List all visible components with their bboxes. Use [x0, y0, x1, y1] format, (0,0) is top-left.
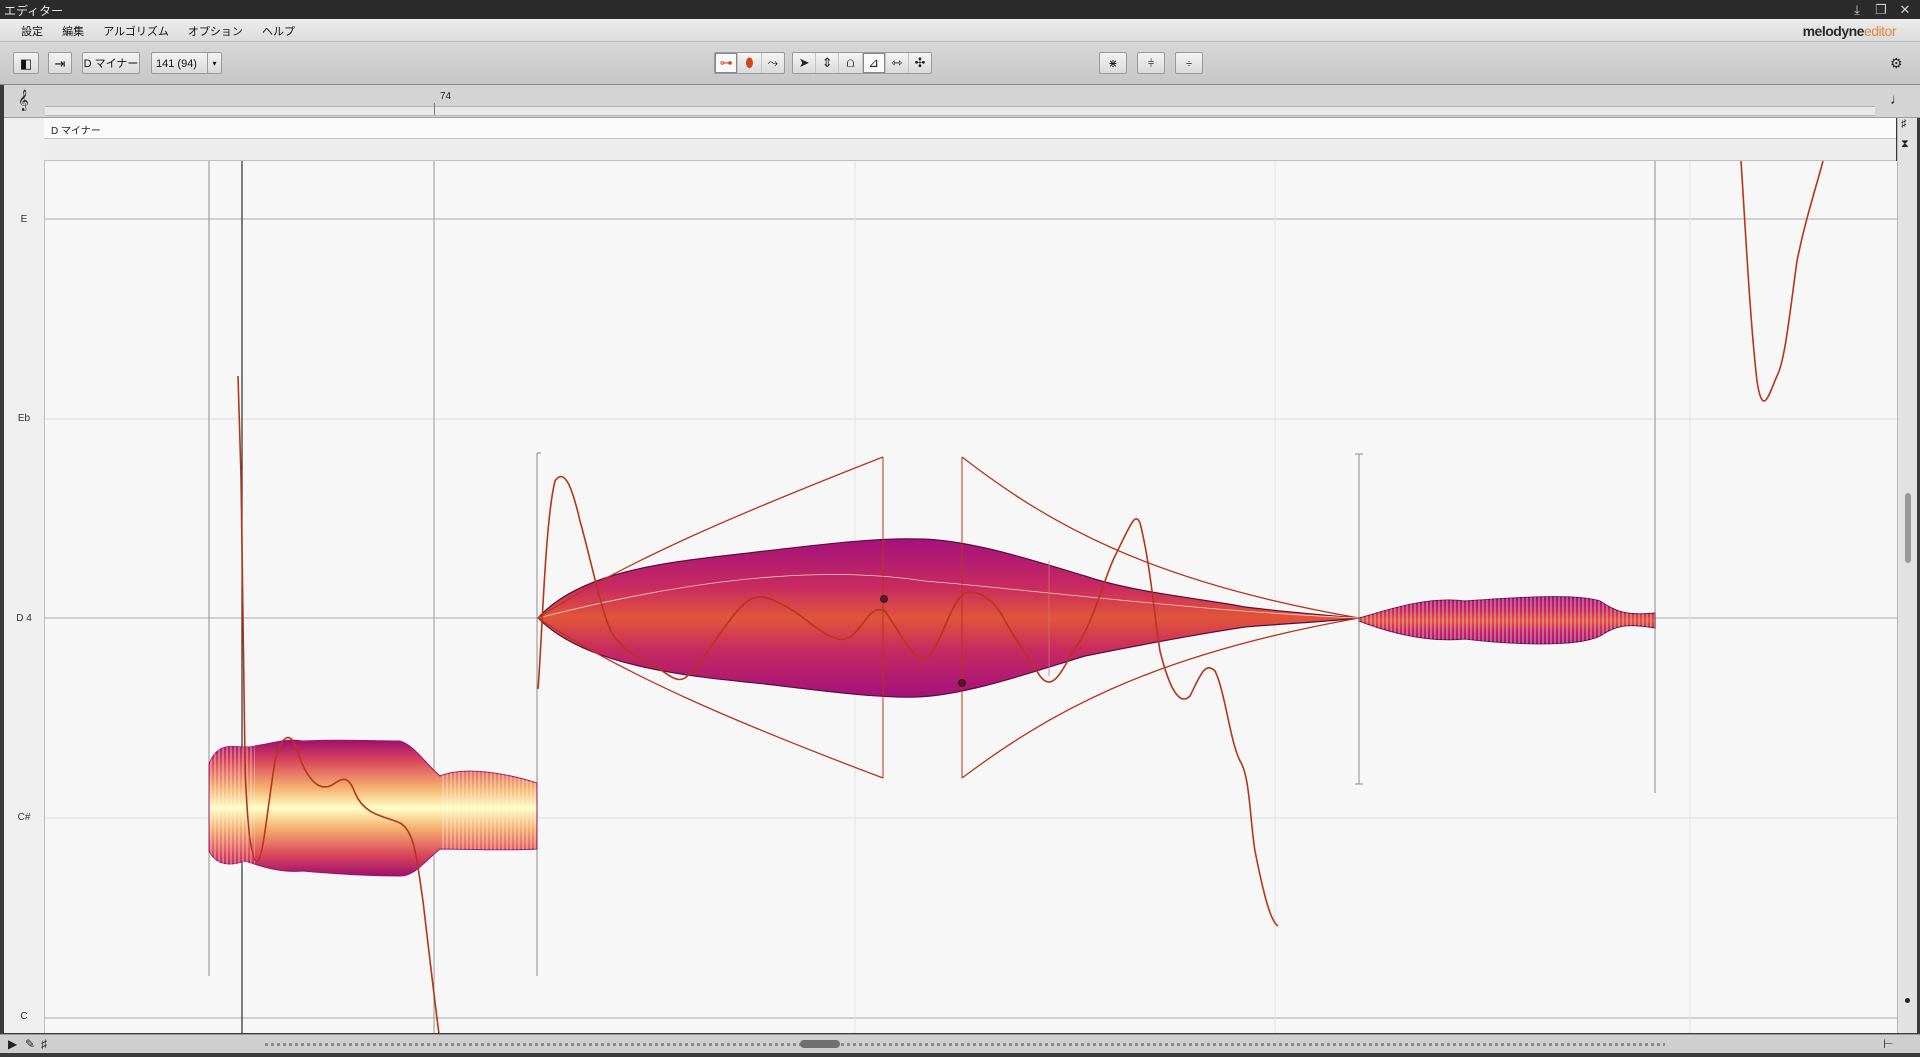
- close-icon[interactable]: ✕: [1894, 0, 1916, 19]
- blob-icon[interactable]: ⬮: [738, 53, 762, 73]
- note-c-sharp[interactable]: [208, 739, 538, 877]
- quantize-pitch-button[interactable]: ⋇: [1099, 52, 1127, 74]
- overview-waveform[interactable]: [265, 1043, 1665, 1046]
- gear-icon[interactable]: ⚙: [1890, 55, 1903, 72]
- sidebar-toggle-button[interactable]: ◧: [13, 52, 39, 74]
- vertical-zoom-bar[interactable]: ♯ ⧗: [1897, 118, 1917, 1033]
- tool-group-pitch: ⊶ ⬮ ⤳: [714, 52, 785, 74]
- menu-options[interactable]: オプション: [180, 19, 251, 41]
- pitch-label-csharp: C#: [17, 812, 31, 823]
- treble-clef-icon[interactable]: 𝄞: [18, 90, 29, 111]
- pitch-label-e: E: [20, 214, 28, 225]
- note-editor-svg: [45, 161, 1897, 1033]
- quantize-pitch-icon: ⋇: [1108, 58, 1118, 70]
- pointer-icon[interactable]: ➤: [793, 53, 817, 73]
- note-editor-canvas[interactable]: [45, 161, 1897, 1033]
- vertical-scrollbar-thumb[interactable]: [1905, 493, 1911, 563]
- note-value-icon[interactable]: ♩: [1890, 91, 1905, 108]
- tempo-field[interactable]: 141 (94): [151, 52, 209, 74]
- center-pitch-button[interactable]: ÷: [1175, 52, 1203, 74]
- scale-label: D マイナー: [51, 126, 101, 137]
- brand-suffix: editor: [1863, 23, 1897, 39]
- timeline-ruler[interactable]: 𝄞 74 ♩: [0, 85, 1920, 118]
- chevron-down-icon: ▾: [212, 59, 217, 68]
- horizontal-scrollbar-thumb[interactable]: [800, 1040, 840, 1048]
- ruler-strip[interactable]: [45, 106, 1875, 116]
- timing-icon[interactable]: ⇿: [886, 53, 909, 73]
- menu-help[interactable]: ヘルプ: [254, 19, 303, 41]
- menu-settings[interactable]: 設定: [13, 19, 51, 41]
- note-d4-short[interactable]: [1358, 596, 1656, 645]
- pitch-label-c: C: [20, 1011, 28, 1022]
- pin-icon[interactable]: ⤓: [1846, 0, 1868, 19]
- scale-row[interactable]: D マイナー: [44, 118, 1896, 139]
- amplitude-icon[interactable]: ⊿: [862, 53, 886, 73]
- pitch-label-eb: Eb: [17, 413, 31, 424]
- edit-tool-icon[interactable]: ✎: [25, 1037, 35, 1051]
- pitch-ruler[interactable]: E Eb D 4 C# C: [4, 118, 45, 1033]
- menu-edit[interactable]: 編集: [54, 19, 92, 41]
- play-icon[interactable]: ▶: [8, 1037, 17, 1051]
- window-title: エディター: [4, 4, 64, 18]
- main-toolbar: ◧ ⇥ D マイナー 141 (94) ▾ ⊶ ⬮ ⤳ ➤ ⇕ ⩍ ⊿ ⇿ ✣ …: [0, 42, 1920, 85]
- pitch-drift-icon[interactable]: ⤳: [762, 53, 784, 73]
- sidebar-toggle-icon: ◧: [19, 56, 33, 71]
- quantize-time-icon: ⫩: [1147, 58, 1155, 70]
- quantize-time-button[interactable]: ⫩: [1137, 52, 1165, 74]
- menu-bar: 設定 編集 アルゴリズム オプション ヘルプ melodyneeditor: [0, 19, 1920, 42]
- pitch-tool-icon[interactable]: ⇕: [816, 53, 840, 73]
- center-pitch-icon: ÷: [1185, 58, 1193, 70]
- brand-name: melodyne: [1802, 23, 1865, 39]
- bar-label: 74: [440, 91, 452, 102]
- tempo-dropdown-button[interactable]: ▾: [207, 52, 222, 74]
- note-edit-button[interactable]: ⇥: [48, 52, 72, 74]
- bottom-overview-bar[interactable]: ▶ ✎ ♯ ⊢: [0, 1034, 1920, 1054]
- zoom-handle[interactable]: [1905, 998, 1910, 1003]
- tempo-track-icon[interactable]: ⧗: [1901, 138, 1909, 151]
- zoom-fit-icon[interactable]: ⊢: [1883, 1037, 1893, 1051]
- tool-group-main: ➤ ⇕ ⩍ ⊿ ⇿ ✣: [792, 52, 932, 74]
- note-d4-main[interactable]: [537, 452, 1363, 785]
- note-edit-icon: ⇥: [54, 56, 66, 71]
- bottom-edge: [0, 1053, 1920, 1057]
- grid-icon[interactable]: ♯: [41, 1037, 47, 1051]
- formant-icon[interactable]: ⩍: [839, 53, 863, 73]
- pitch-label-d4: D 4: [16, 613, 32, 624]
- maximize-icon[interactable]: ❐: [1870, 0, 1892, 19]
- menu-algorithm[interactable]: アルゴリズム: [95, 19, 177, 41]
- separation-icon[interactable]: ✣: [909, 53, 931, 73]
- window-titlebar: エディター ⤓ ❐ ✕: [0, 0, 1920, 19]
- scale-button[interactable]: D マイナー: [82, 52, 140, 74]
- note-assign-icon[interactable]: ⊶: [715, 53, 739, 73]
- chord-track-icon[interactable]: ♯: [1901, 118, 1907, 130]
- bar-tick: [434, 103, 435, 115]
- brand-logo: melodyneeditor: [1802, 23, 1897, 39]
- chord-row[interactable]: [44, 139, 1896, 161]
